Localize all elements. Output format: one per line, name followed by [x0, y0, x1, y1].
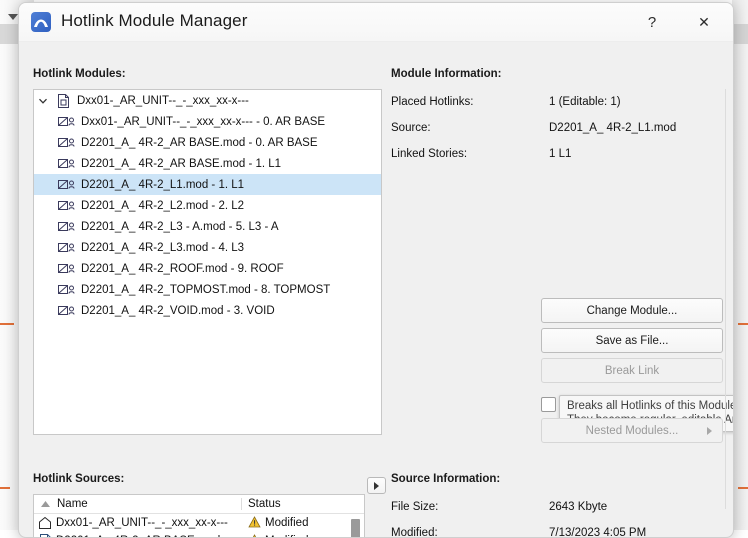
- tree-row[interactable]: D2201_A_ 4R-2_L3 - A.mod - 5. L3 - A: [34, 216, 381, 237]
- module-information-panel: Placed Hotlinks: 1 (Editable: 1) Source:…: [391, 89, 721, 167]
- sort-ascending-icon[interactable]: [34, 500, 56, 508]
- document-icon: [52, 94, 74, 108]
- tree-item-label: D2201_A_ 4R-2_L2.mod - 2. L2: [78, 200, 244, 212]
- source-row[interactable]: Dxx01-_AR_UNIT--_-_xxx_xx-x--- Modified: [34, 514, 364, 532]
- archicad-logo-icon: [31, 12, 51, 32]
- tree-item-label: Dxx01-_AR_UNIT--_-_xxx_xx-x---: [74, 95, 249, 107]
- info-value: D2201_A_ 4R-2_L1.mod: [549, 122, 676, 134]
- tree-item-label: D2201_A_ 4R-2_TOPMOST.mod - 8. TOPMOST: [78, 284, 330, 296]
- tooltip-line-1: Breaks all Hotlinks of this Module and: [567, 399, 734, 413]
- column-header-name[interactable]: Name: [56, 498, 242, 510]
- tree-row[interactable]: Dxx01-_AR_UNIT--_-_xxx_xx-x--- - 0. AR B…: [34, 111, 381, 132]
- source-info-key: File Size:: [391, 501, 549, 513]
- info-row: Source: D2201_A_ 4R-2_L1.mod: [391, 115, 721, 141]
- expand-sources-button[interactable]: [367, 477, 386, 494]
- source-name: Dxx01-_AR_UNIT--_-_xxx_xx-x---: [56, 517, 242, 529]
- chevron-right-icon: [707, 427, 712, 435]
- close-button[interactable]: ✕: [685, 9, 723, 35]
- hotlink-modules-label: Hotlink Modules:: [33, 68, 126, 80]
- info-value: 1 (Editable: 1): [549, 96, 621, 108]
- info-key: Linked Stories:: [391, 148, 549, 160]
- source-status-text: Modified: [265, 517, 308, 529]
- info-key: Placed Hotlinks:: [391, 96, 549, 108]
- tree-row[interactable]: D2201_A_ 4R-2_ROOF.mod - 9. ROOF: [34, 258, 381, 279]
- module-icon: [56, 284, 78, 296]
- module-icon: [56, 158, 78, 170]
- source-info-row: Modified: 7/13/2023 4:05 PM: [391, 520, 721, 538]
- change-module-button[interactable]: Change Module...: [541, 298, 723, 323]
- house-icon: [34, 516, 56, 530]
- warning-icon: [248, 534, 261, 538]
- checkbox-icon[interactable]: [541, 397, 556, 412]
- info-row: Placed Hotlinks: 1 (Editable: 1): [391, 89, 721, 115]
- tree-row[interactable]: D2201_A_ 4R-2_TOPMOST.mod - 8. TOPMOST: [34, 279, 381, 300]
- tree-item-label: D2201_A_ 4R-2_VOID.mod - 3. VOID: [78, 305, 275, 317]
- dialog-body: Hotlink Modules: Dxx01-_AR_UNIT--_-_xxx_…: [19, 42, 733, 534]
- expand-icon: [374, 482, 379, 490]
- hotlink-sources-label: Hotlink Sources:: [33, 473, 124, 485]
- background-ruler-tick: [0, 323, 14, 325]
- source-info-row: File Size: 2643 Kbyte: [391, 494, 721, 520]
- save-as-file-button[interactable]: Save as File...: [541, 328, 723, 353]
- nested-modules-label: Nested Modules...: [586, 425, 679, 437]
- background-caret-icon: [8, 14, 18, 20]
- info-row: Linked Stories: 1 L1: [391, 141, 721, 167]
- tree-row[interactable]: D2201_A_ 4R-2_L2.mod - 2. L2: [34, 195, 381, 216]
- tree-row[interactable]: D2201_A_ 4R-2_L3.mod - 4. L3: [34, 237, 381, 258]
- source-row[interactable]: D2201_A_ 4R-2_AR BASE.mod Modified: [34, 532, 364, 538]
- tree-row[interactable]: Dxx01-_AR_UNIT--_-_xxx_xx-x---: [34, 90, 381, 111]
- module-icon: [56, 200, 78, 212]
- dialog-titlebar: Hotlink Module Manager ? ✕: [19, 3, 733, 42]
- chevron-down-icon[interactable]: [34, 96, 52, 106]
- module-icon: [56, 305, 78, 317]
- info-value: 1 L1: [549, 148, 571, 160]
- module-icon: [56, 263, 78, 275]
- tree-row-selected[interactable]: D2201_A_ 4R-2_L1.mod - 1. L1: [34, 174, 381, 195]
- hotlink-modules-tree[interactable]: Dxx01-_AR_UNIT--_-_xxx_xx-x--- Dxx01-_AR…: [33, 89, 382, 435]
- source-info-value: 7/13/2023 4:05 PM: [549, 527, 646, 538]
- background-ruler-tick: [738, 323, 748, 325]
- tree-item-label: D2201_A_ 4R-2_L1.mod - 1. L1: [78, 179, 244, 191]
- source-status: Modified: [242, 534, 364, 538]
- source-info-value: 2643 Kbyte: [549, 501, 607, 513]
- tree-item-label: D2201_A_ 4R-2_ROOF.mod - 9. ROOF: [78, 263, 284, 275]
- tree-row[interactable]: D2201_A_ 4R-2_AR BASE.mod - 0. AR BASE: [34, 132, 381, 153]
- module-icon: [56, 242, 78, 254]
- background-right-panel: [732, 0, 748, 530]
- hotlink-module-manager-dialog: Hotlink Module Manager ? ✕ Hotlink Modul…: [18, 2, 734, 538]
- column-header-status[interactable]: Status: [242, 498, 364, 510]
- info-key: Source:: [391, 122, 549, 134]
- module-information-label: Module Information:: [391, 68, 502, 80]
- hotlink-sources-list[interactable]: Name Status Dxx01-_AR_UNIT--_-_xxx_xx-x-…: [33, 494, 365, 538]
- background-ruler-tick: [0, 487, 10, 489]
- tree-row[interactable]: D2201_A_ 4R-2_VOID.mod - 3. VOID: [34, 300, 381, 321]
- source-information-label: Source Information:: [391, 473, 500, 485]
- tree-item-label: D2201_A_ 4R-2_L3 - A.mod - 5. L3 - A: [78, 221, 279, 233]
- tree-item-label: D2201_A_ 4R-2_AR BASE.mod - 0. AR BASE: [78, 137, 318, 149]
- sources-scrollbar-thumb[interactable]: [351, 519, 360, 538]
- source-status: Modified: [242, 516, 364, 531]
- dialog-title: Hotlink Module Manager: [61, 11, 247, 31]
- tree-item-label: D2201_A_ 4R-2_AR BASE.mod - 1. L1: [78, 158, 281, 170]
- nested-modules-button[interactable]: Nested Modules...: [541, 418, 723, 443]
- module-icon: [56, 221, 78, 233]
- break-link-option-checkbox-row[interactable]: [541, 397, 556, 412]
- tree-row[interactable]: D2201_A_ 4R-2_AR BASE.mod - 1. L1: [34, 153, 381, 174]
- tree-item-label: Dxx01-_AR_UNIT--_-_xxx_xx-x--- - 0. AR B…: [78, 116, 325, 128]
- tree-item-label: D2201_A_ 4R-2_L3.mod - 4. L3: [78, 242, 244, 254]
- source-information-panel: File Size: 2643 Kbyte Modified: 7/13/202…: [391, 494, 721, 538]
- module-icon: [56, 116, 78, 128]
- sources-header-row: Name Status: [34, 495, 364, 514]
- background-right-strip: [732, 24, 748, 44]
- source-info-key: Modified:: [391, 527, 549, 538]
- warning-icon: [248, 516, 261, 531]
- module-icon: [56, 179, 78, 191]
- panel-divider: [725, 89, 726, 509]
- help-button[interactable]: ?: [633, 9, 671, 35]
- module-icon: [56, 137, 78, 149]
- break-link-button[interactable]: Break Link: [541, 358, 723, 383]
- mod-file-icon: [34, 534, 56, 538]
- background-ruler-tick: [738, 487, 748, 489]
